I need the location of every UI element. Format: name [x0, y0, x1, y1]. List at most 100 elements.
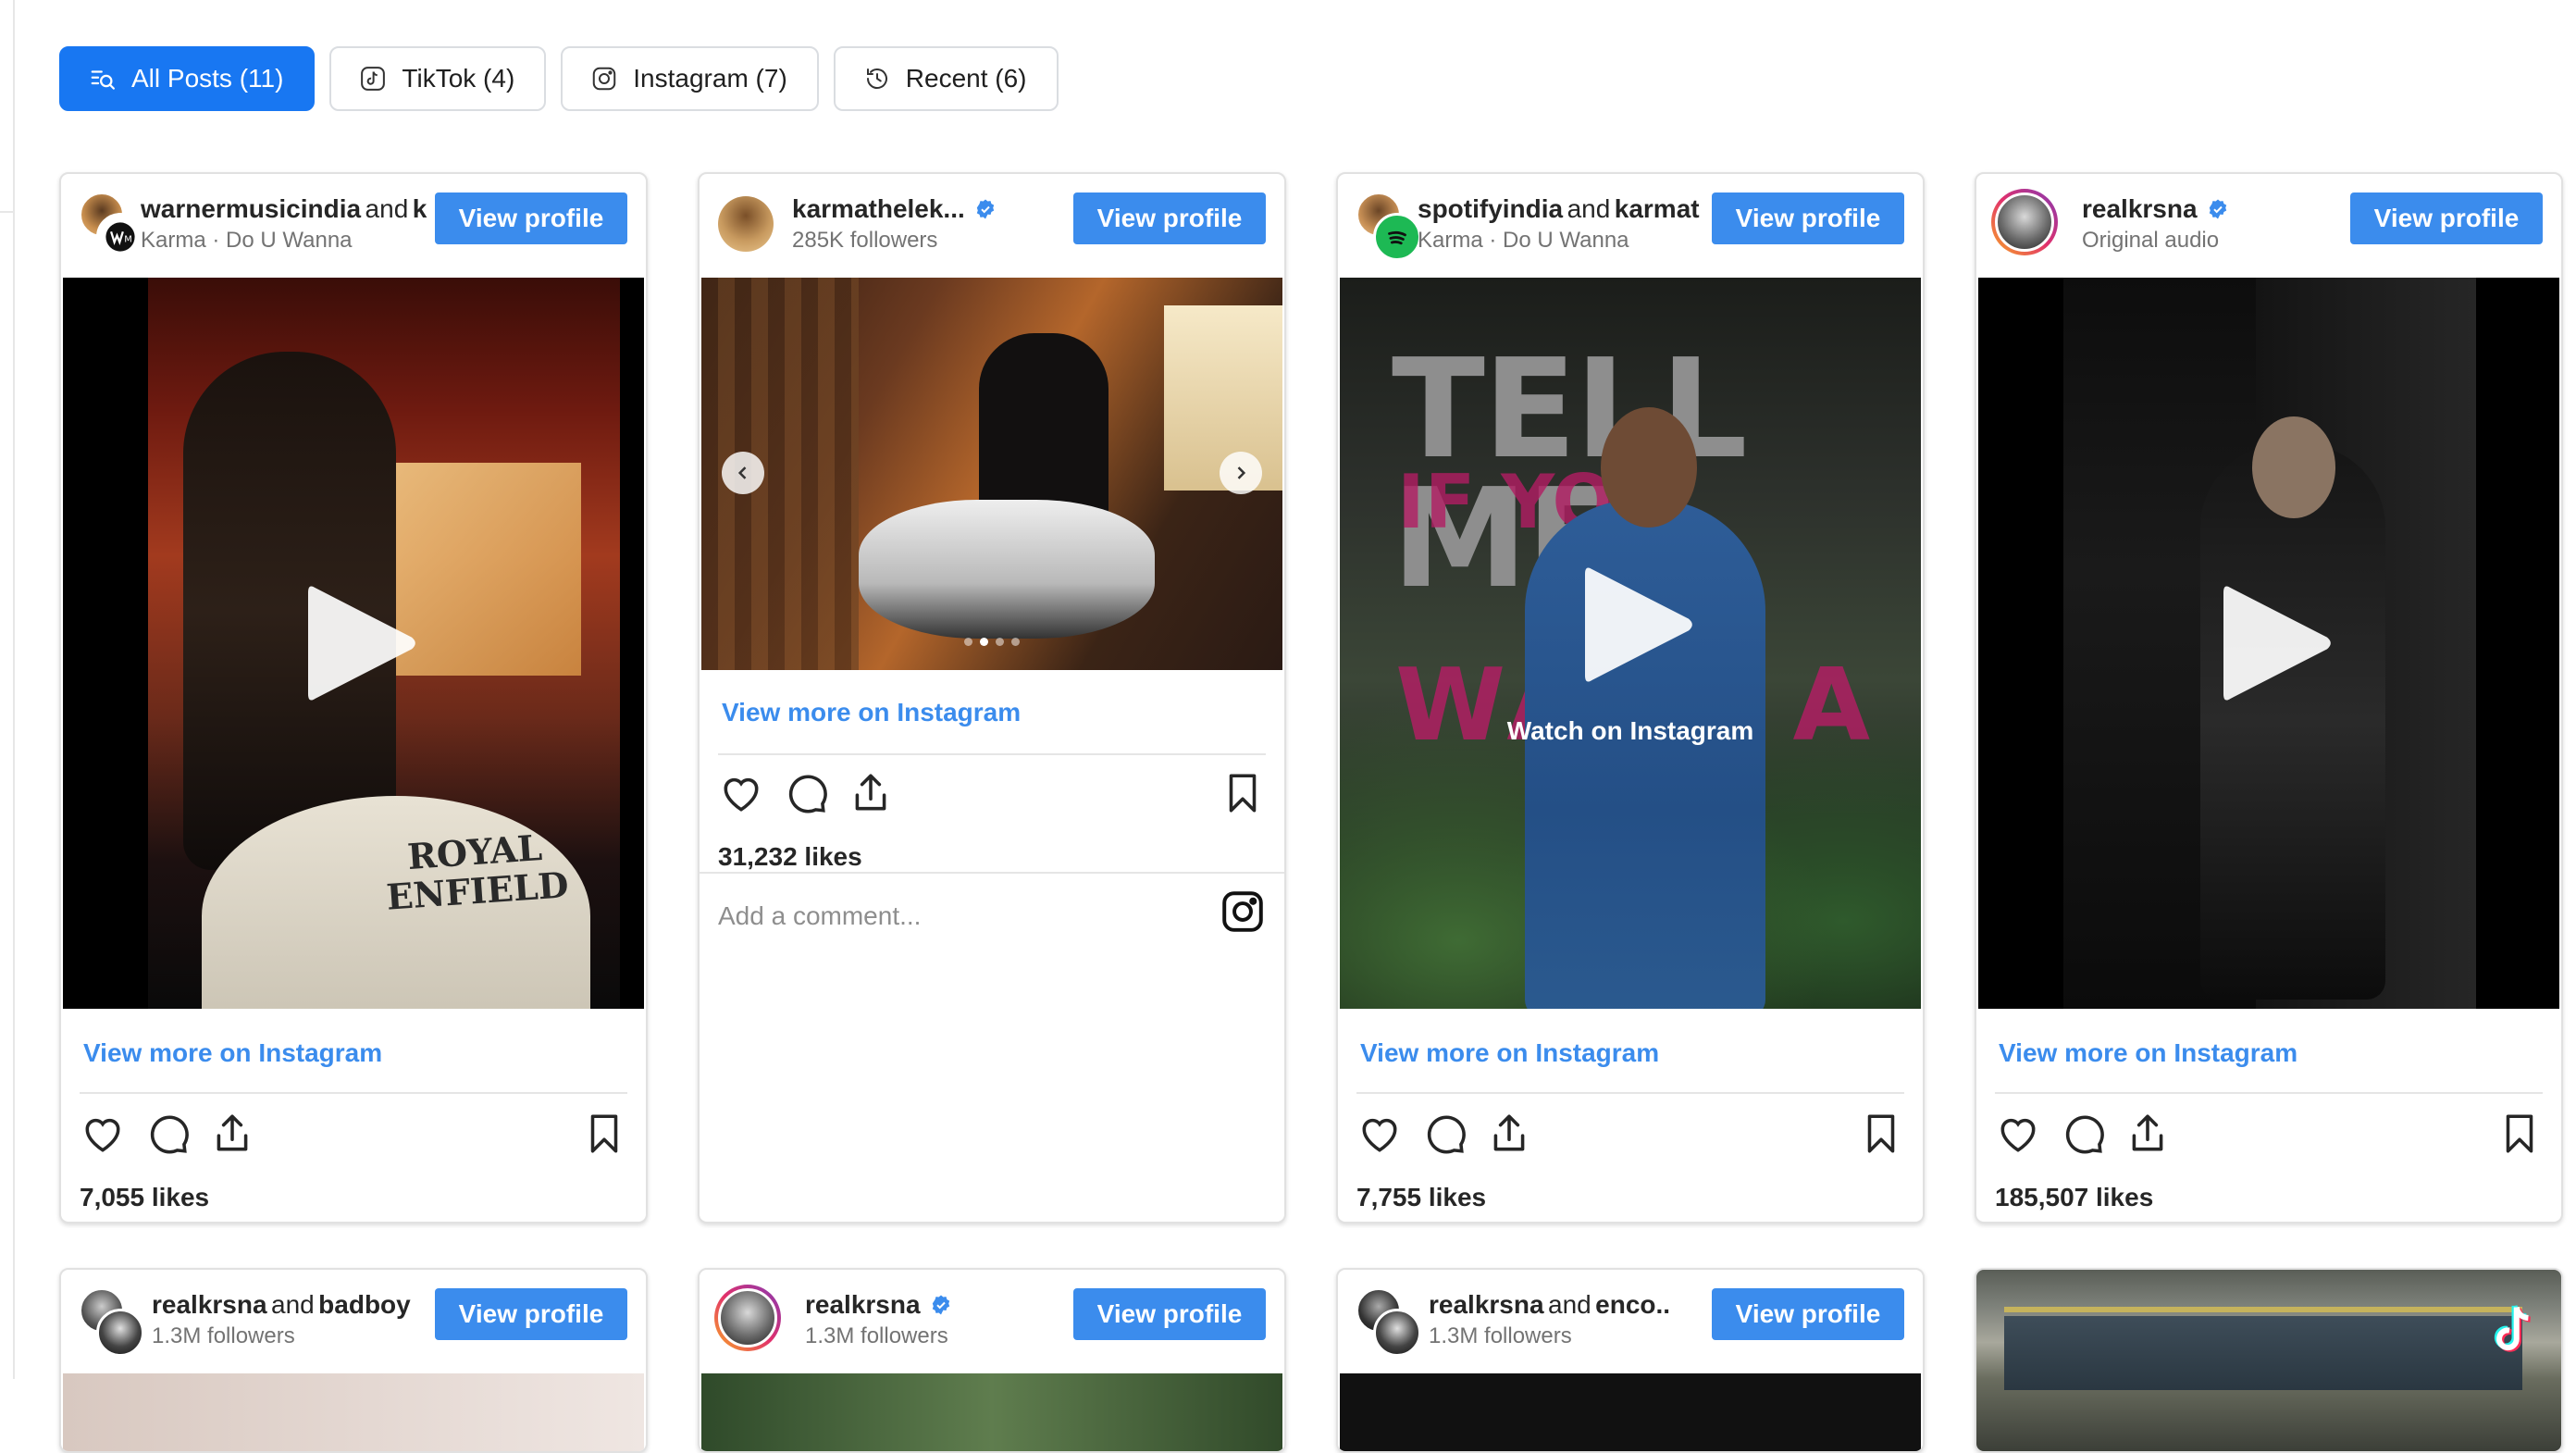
tab-tiktok[interactable]: TikTok (4)	[329, 46, 547, 111]
bookmark-icon[interactable]	[2496, 1111, 2543, 1157]
bookmark-icon[interactable]	[581, 1111, 627, 1157]
view-profile-button[interactable]: View profile	[435, 192, 627, 244]
post-subtitle: 1.3M followers	[805, 1323, 948, 1348]
post-video[interactable]: TELL ME, IF YOU WANT A Watch on Instagra…	[1340, 278, 1921, 1009]
play-icon[interactable]	[300, 578, 420, 708]
post-card: M warnermusicindia and k Karma · Do U Wa…	[59, 172, 648, 1223]
play-icon[interactable]	[1577, 560, 1697, 689]
comment-icon[interactable]	[1421, 1111, 1468, 1157]
post-actions	[1995, 1111, 2543, 1162]
username[interactable]: realkrsna	[1429, 1290, 1544, 1319]
post-subtitle: Karma · Do U Wanna	[1418, 228, 1629, 253]
svg-text:M: M	[124, 235, 132, 245]
collab-username[interactable]: badboy	[318, 1290, 411, 1319]
comment-icon[interactable]	[144, 1111, 191, 1157]
view-more-link[interactable]: View more on Instagram	[83, 1038, 382, 1068]
post-video[interactable]	[1978, 278, 2559, 1009]
view-profile-button[interactable]: View profile	[1073, 192, 1266, 244]
tab-all-posts[interactable]: All Posts (11)	[59, 46, 316, 111]
instagram-icon[interactable]	[1220, 888, 1266, 935]
collab-username[interactable]: k	[413, 194, 427, 223]
divider	[80, 1092, 627, 1094]
heart-icon[interactable]	[718, 770, 764, 816]
watch-on-instagram-label[interactable]: Watch on Instagram	[1340, 716, 1921, 746]
tiktok-logo-icon	[2494, 1305, 2532, 1352]
view-more-link[interactable]: View more on Instagram	[1360, 1038, 1659, 1068]
post-subtitle: Original audio	[2082, 228, 2220, 253]
carousel-dot	[1011, 638, 1020, 646]
view-profile-button[interactable]: View profile	[2350, 192, 2543, 244]
username[interactable]: realkrsna	[805, 1290, 921, 1319]
and-text: and	[365, 194, 409, 223]
filter-tabs: All Posts (11) TikTok (4) Instagram (7) …	[59, 46, 1059, 111]
username[interactable]: realkrsna	[152, 1290, 267, 1319]
tab-instagram[interactable]: Instagram (7)	[561, 46, 819, 111]
search-list-icon	[91, 70, 115, 90]
post-media[interactable]	[1340, 1373, 1921, 1451]
verified-badge-icon	[977, 199, 995, 219]
share-icon[interactable]	[2124, 1111, 2171, 1157]
post-carousel[interactable]	[701, 278, 1282, 670]
chevron-left-icon	[737, 466, 747, 479]
carousel-dot	[980, 638, 988, 646]
share-icon[interactable]	[1486, 1111, 1532, 1157]
heart-icon[interactable]	[1356, 1111, 1403, 1157]
username[interactable]: realkrsna	[2082, 194, 2198, 223]
post-video[interactable]: ROYAL ENFIELD	[63, 278, 644, 1009]
comment-input[interactable]: Add a comment...	[718, 901, 921, 931]
divider	[718, 753, 1266, 755]
bookmark-icon[interactable]	[1858, 1111, 1904, 1157]
tab-recent-label: Recent (6)	[905, 64, 1027, 93]
spotify-icon	[1388, 230, 1406, 245]
tab-all-posts-label: All Posts (11)	[131, 64, 284, 93]
carousel-prev-button[interactable]	[722, 452, 764, 494]
view-profile-button[interactable]: View profile	[435, 1288, 627, 1340]
collab-username[interactable]: enco..	[1595, 1290, 1670, 1319]
and-text: and	[271, 1290, 315, 1319]
and-text: and	[1548, 1290, 1591, 1319]
username[interactable]: spotifyindia	[1418, 194, 1563, 223]
post-actions	[80, 1111, 627, 1162]
view-profile-button[interactable]: View profile	[1712, 1288, 1904, 1340]
comment-icon[interactable]	[783, 770, 829, 816]
avatar[interactable]	[1991, 189, 2058, 255]
share-icon[interactable]	[209, 1111, 255, 1157]
post-media[interactable]	[63, 1373, 644, 1451]
card-header: realkrsna Original audio View profile	[1991, 189, 2543, 255]
heart-icon[interactable]	[1995, 1111, 2041, 1157]
view-profile-button[interactable]: View profile	[1712, 192, 1904, 244]
tiktok-card[interactable]	[1975, 1268, 2563, 1453]
username[interactable]: warnermusicindia	[141, 194, 361, 223]
play-icon[interactable]	[2215, 578, 2335, 708]
carousel-next-button[interactable]	[1220, 452, 1262, 494]
comment-icon[interactable]	[2060, 1111, 2106, 1157]
post-card: spotifyindia and karmat Karma · Do U Wan…	[1336, 172, 1925, 1223]
divider	[700, 872, 1284, 874]
post-card: realkrsna Original audio View profile Vi…	[1975, 172, 2563, 1223]
verified-badge-icon	[2209, 199, 2227, 219]
username[interactable]: karmathelek...	[792, 194, 965, 223]
collab-username[interactable]: karmat	[1615, 194, 1700, 223]
post-subtitle: Karma · Do U Wanna	[141, 228, 353, 253]
share-icon[interactable]	[848, 770, 894, 816]
heart-icon[interactable]	[80, 1111, 126, 1157]
post-media[interactable]	[701, 1373, 1282, 1451]
card-header: realkrsna 1.3M followers View profile	[714, 1285, 1266, 1351]
view-profile-button[interactable]: View profile	[1073, 1288, 1266, 1340]
tab-recent[interactable]: Recent (6)	[833, 46, 1059, 111]
avatar[interactable]	[714, 1285, 781, 1351]
post-subtitle: 1.3M followers	[1429, 1323, 1572, 1348]
divider	[1356, 1092, 1904, 1094]
likes-count: 31,232 likes	[718, 842, 862, 871]
likes-count: 185,507 likes	[1995, 1183, 2154, 1211]
likes-count: 7,055 likes	[80, 1183, 210, 1211]
view-more-link[interactable]: View more on Instagram	[722, 698, 1021, 727]
instagram-icon	[593, 67, 616, 91]
tab-tiktok-label: TikTok (4)	[402, 64, 515, 93]
carousel-dot	[964, 638, 972, 646]
avatar[interactable]	[718, 196, 774, 252]
post-card: realkrsna and enco.. 1.3M followers View…	[1336, 1268, 1925, 1453]
view-more-link[interactable]: View more on Instagram	[1999, 1038, 2297, 1068]
post-card: realkrsna and badboy 1.3M followers View…	[59, 1268, 648, 1453]
bookmark-icon[interactable]	[1220, 770, 1266, 816]
